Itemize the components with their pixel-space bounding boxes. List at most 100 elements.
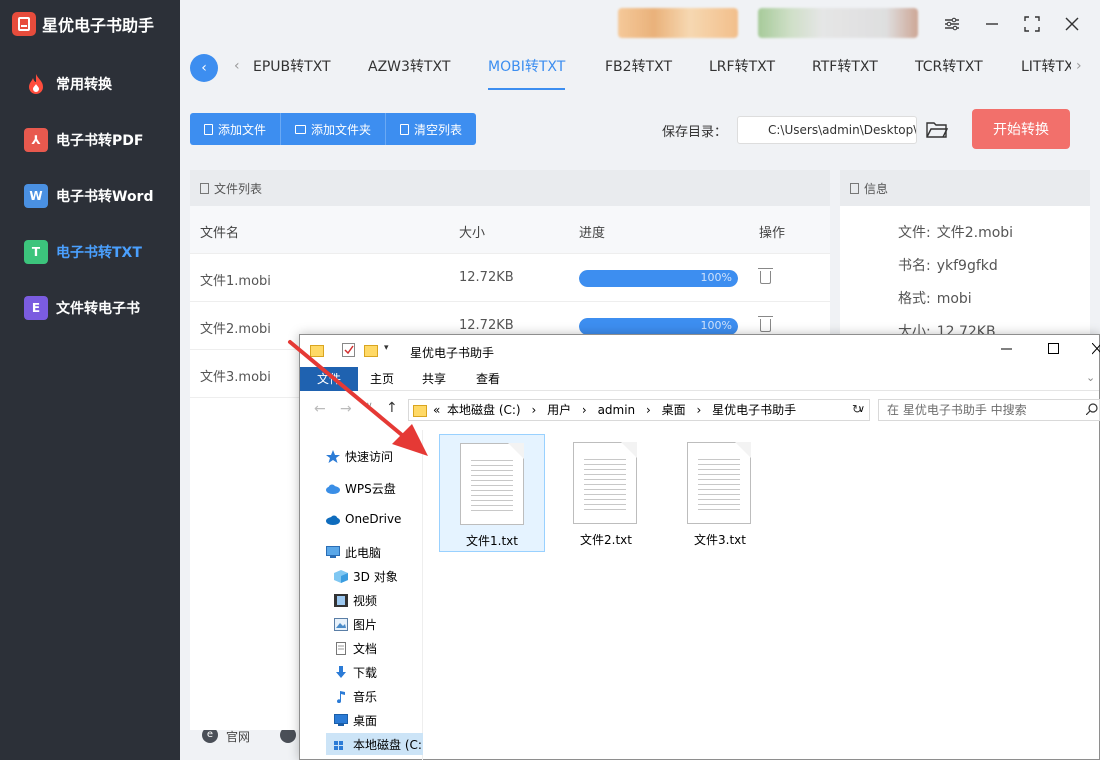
tab-azw3-txt[interactable]: AZW3转TXT [368,56,450,90]
customize-toolbar-icon[interactable]: ▾ [384,343,399,357]
explorer-maximize-icon[interactable] [1048,343,1060,359]
col-progress: 进度 [579,226,606,241]
col-name: 文件名 [200,226,240,241]
file-item[interactable]: 文件1.txt [439,434,545,552]
back-icon[interactable]: ‹ [190,54,218,82]
search-icon [1085,403,1098,419]
website-link[interactable]: 官网 [226,728,250,745]
file-toolbar: 添加文件 添加文件夹 清空列表 [190,113,477,145]
clear-list-button[interactable]: 清空列表 [386,113,477,145]
drive-icon [334,738,348,751]
settings-icon[interactable] [940,12,964,36]
explorer-title: 星优电子书助手 [410,346,495,360]
new-folder-icon[interactable] [364,343,379,357]
delete-icon[interactable] [758,316,773,332]
refresh-icon[interactable]: ↻ [852,402,862,416]
browse-folder-icon[interactable] [926,119,949,139]
save-dir-input[interactable]: C:\Users\admin\Desktop\ [737,116,917,144]
desktop-icon [334,714,348,727]
nav-documents[interactable]: 文档 [334,640,377,657]
nav-up-icon[interactable]: ↑ [386,400,398,416]
ribbon-tab-file[interactable]: 文件 [300,367,358,391]
sidebar: 星优电子书助手 常用转换 ⅄ 电子书转PDF W 电子书转Word T 电子书转… [0,0,180,760]
nav-pictures[interactable]: 图片 [334,616,377,633]
tab-fb2-txt[interactable]: FB2转TXT [605,56,672,90]
tab-rtf-txt[interactable]: RTF转TXT [812,56,878,90]
delete-icon[interactable] [758,268,773,284]
download-icon [334,666,348,679]
explorer-minimize-icon[interactable] [1000,341,1014,359]
add-file-button[interactable]: 添加文件 [190,113,282,145]
tab-mobi-txt[interactable]: MOBI转TXT [488,56,566,90]
breadcrumb-separator: › [531,403,537,417]
navigation-pane: 快速访问 WPS云盘 OneDrive 此电脑 3D 对象 视频 图片 文档 下… [300,430,423,760]
nav-onedrive[interactable]: OneDrive [326,512,401,526]
breadcrumb-admin[interactable]: admin [598,403,636,417]
picture-icon [334,618,348,631]
nav-downloads[interactable]: 下载 [334,664,377,681]
info-icon [850,182,859,194]
search-input[interactable]: 在 星优电子书助手 中搜索 [878,399,1100,421]
info-file: 文件: 文件2.mobi [898,225,1014,241]
address-bar[interactable]: « 本地磁盘 (C:) › 用户 › admin › 桌面 › 星优电子书助手 … [408,399,870,421]
table-row[interactable]: 文件1.mobi 12.72KB 100% [190,254,830,302]
fire-icon [24,72,48,96]
breadcrumb-local-disk[interactable]: 本地磁盘 (C:) [447,403,521,417]
file-item[interactable]: 文件2.txt [553,434,659,552]
explorer-close-icon[interactable] [1091,342,1100,359]
file-name: 文件1.mobi [200,274,271,289]
blurred-avatar [618,8,738,38]
recent-locations-icon[interactable]: ∨ [366,401,373,411]
add-folder-label: 添加文件夹 [311,122,372,137]
ribbon-tab-view[interactable]: 查看 [476,370,500,387]
sidebar-item-ebook[interactable]: E 文件转电子书 [0,280,180,336]
ribbon-tab-share[interactable]: 共享 [422,370,446,387]
file-size: 12.72KB [459,318,514,333]
tab-epub-txt[interactable]: EPUB转TXT [253,56,331,90]
nav-back-icon[interactable]: ← [314,401,326,417]
progress-label: 100% [700,271,732,284]
maximize-icon[interactable] [1020,12,1044,36]
sidebar-item-word[interactable]: W 电子书转Word [0,168,180,224]
nav-wps-cloud[interactable]: WPS云盘 [326,480,396,497]
text-file-icon [687,442,751,524]
tab-lit-txt[interactable]: LIT转TX [1021,56,1071,90]
nav-desktop[interactable]: 桌面 [334,712,377,729]
tab-scroll-left-icon[interactable]: ‹ [234,58,240,74]
progress-label: 100% [700,319,732,332]
col-size: 大小 [459,226,486,241]
col-action: 操作 [759,226,786,241]
nav-local-disk[interactable]: 本地磁盘 (C: [326,733,423,755]
nav-forward-icon[interactable]: → [340,401,352,417]
address-overflow[interactable]: « [433,400,440,420]
text-file-icon [460,443,524,525]
properties-icon[interactable] [342,343,357,357]
breadcrumb-users[interactable]: 用户 [547,403,571,417]
tab-lrf-txt[interactable]: LRF转TXT [709,56,775,90]
close-icon[interactable] [1060,12,1084,36]
ribbon-expand-icon[interactable]: ⌄ [1086,371,1095,384]
minimize-icon[interactable] [980,12,1004,36]
breadcrumb-desktop[interactable]: 桌面 [662,403,686,417]
file-name: 文件2.mobi [200,322,271,337]
info-book: 书名: ykf9gfkd [898,258,998,274]
file-item[interactable]: 文件3.txt [667,434,773,552]
nav-music[interactable]: 音乐 [334,688,377,705]
nav-videos[interactable]: 视频 [334,592,377,609]
title-bar [180,0,1100,46]
breadcrumb-app-folder[interactable]: 星优电子书助手 [712,403,796,417]
explorer-ribbon: 文件 主页 共享 查看 ⌄ [300,367,1099,391]
nav-quick-access[interactable]: 快速访问 [326,448,393,465]
ribbon-tab-home[interactable]: 主页 [370,370,394,387]
start-convert-button[interactable]: 开始转换 [972,109,1070,149]
nav-3d-objects[interactable]: 3D 对象 [334,568,398,585]
sidebar-item-common[interactable]: 常用转换 [0,56,180,112]
nav-this-pc[interactable]: 此电脑 [326,544,381,561]
add-folder-button[interactable]: 添加文件夹 [281,113,387,145]
explorer-title-bar: ▾ 星优电子书助手 [300,335,1100,367]
tab-scroll-right-icon[interactable]: › [1076,58,1082,74]
sidebar-item-txt[interactable]: T 电子书转TXT [0,224,180,280]
progress-bar: 100% [579,318,738,335]
sidebar-item-pdf[interactable]: ⅄ 电子书转PDF [0,112,180,168]
tab-tcr-txt[interactable]: TCR转TXT [915,56,983,90]
